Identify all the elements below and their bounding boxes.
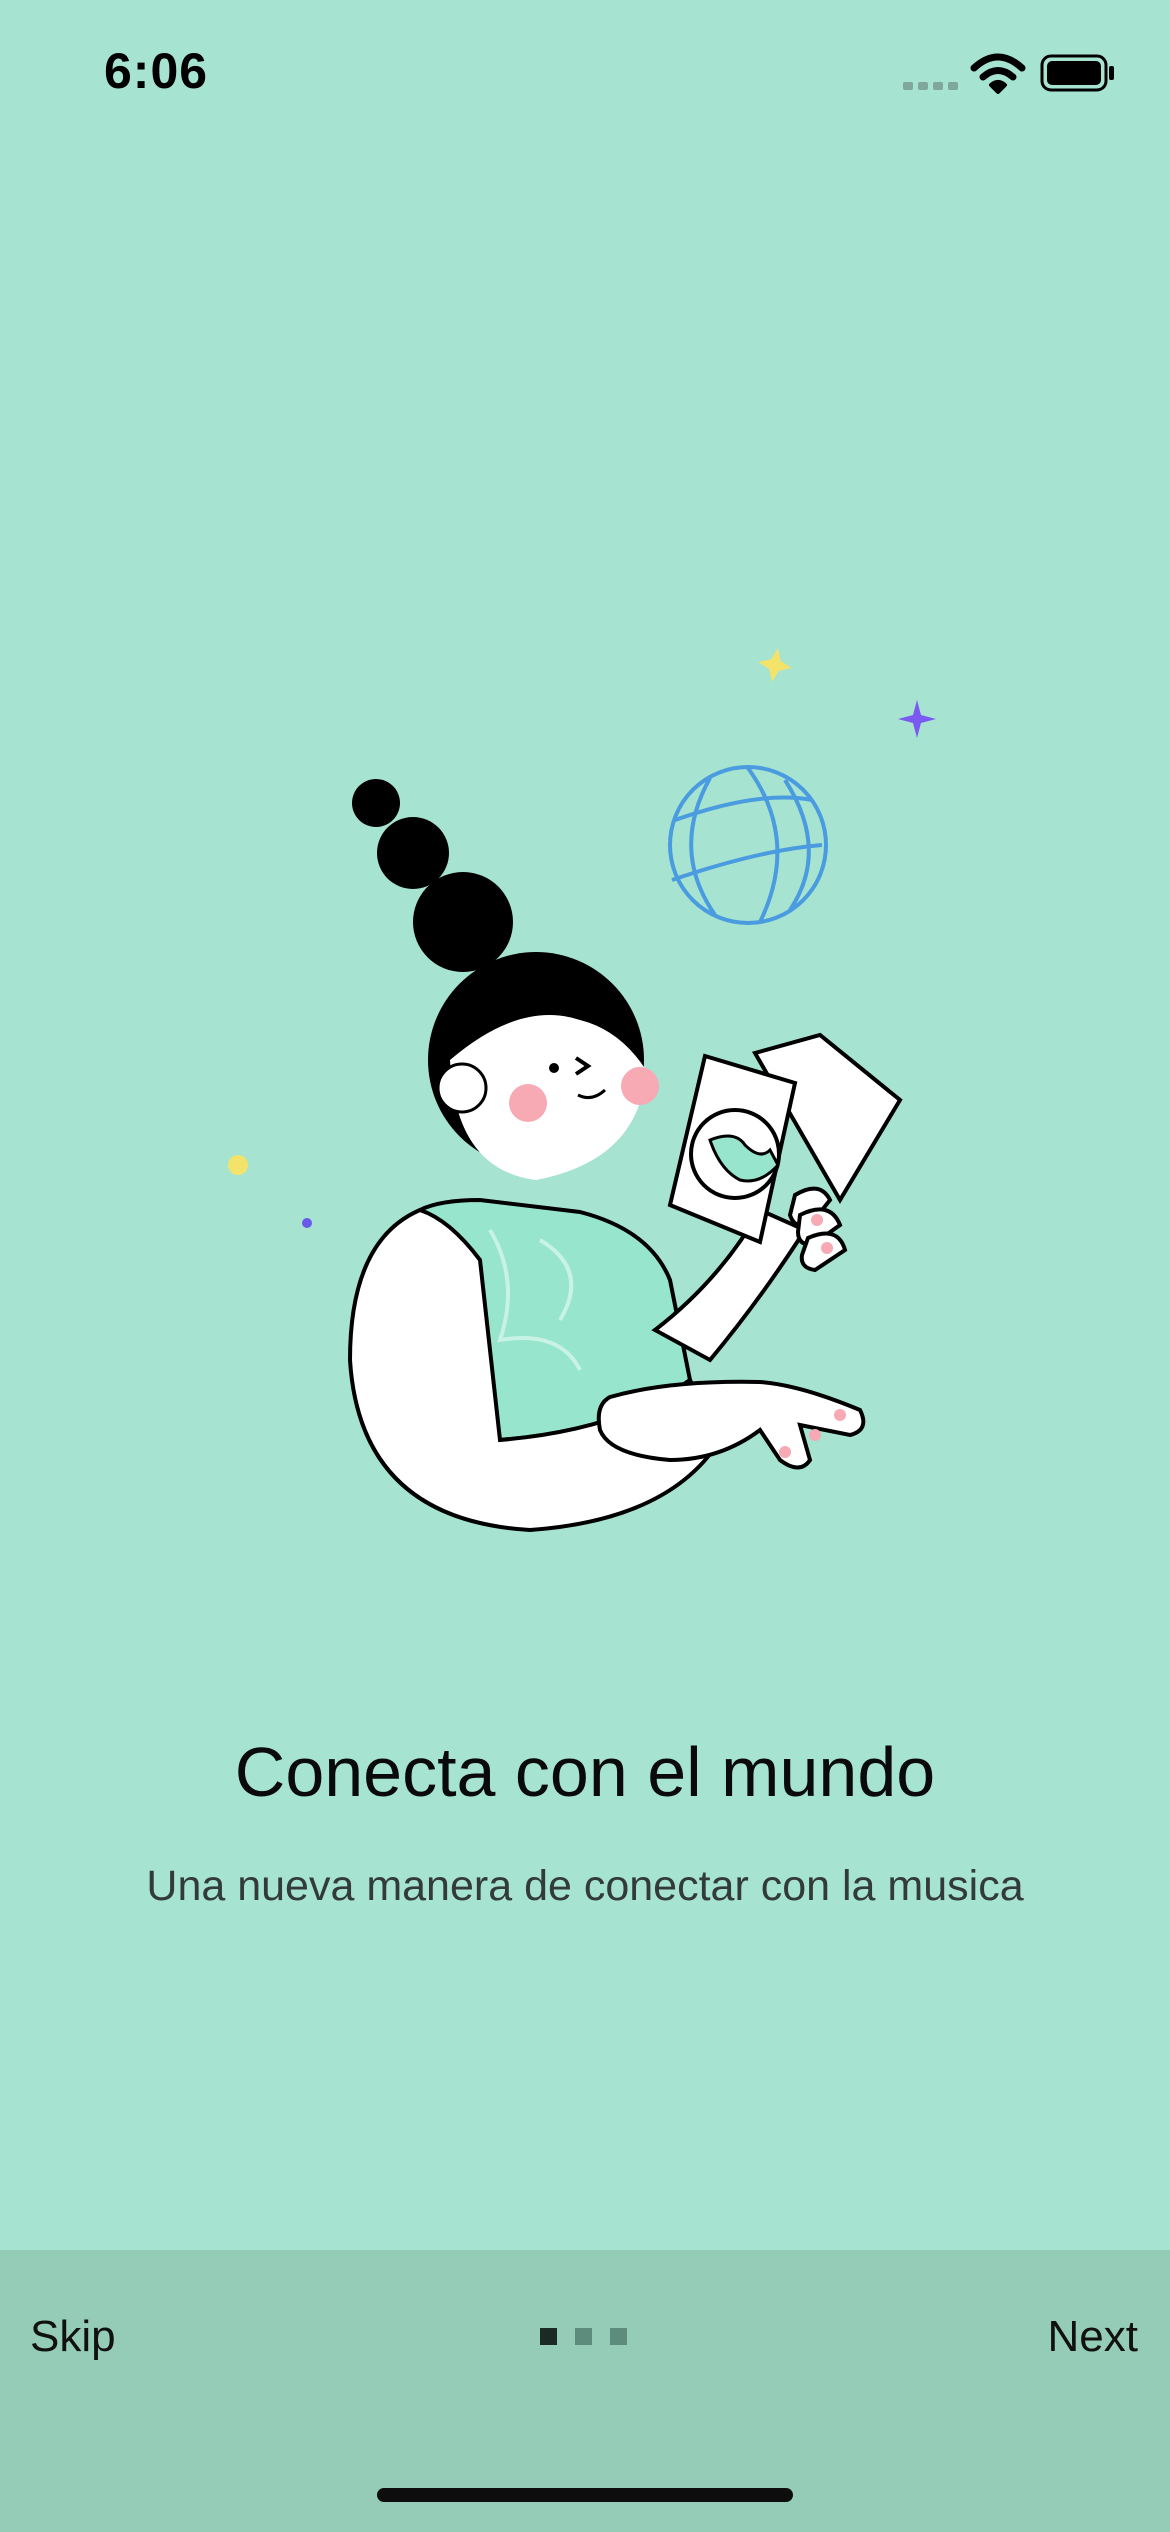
character-arm [651,1207,808,1363]
wifi-icon [970,53,1026,94]
status-bar: 6:06 [0,0,1170,140]
onboarding-illustration [228,648,936,1533]
holding-hand [787,1186,848,1273]
onboarding-title: Conecta con el mundo [234,1733,936,1811]
status-time: 6:06 [104,43,209,99]
page-dot-1[interactable] [540,2328,557,2345]
character-body [347,1197,723,1533]
page-indicator[interactable] [540,2328,630,2348]
yellow-dot-icon [228,1155,248,1175]
page-dot-2[interactable] [575,2328,592,2345]
page-dot-3[interactable] [610,2328,627,2345]
onboarding-screen: 6:06 Conecta con el mundo Una nueva mane… [0,0,1170,2532]
character-head [428,952,659,1180]
skip-button[interactable]: Skip [30,2312,116,2362]
onboarding-subtitle: Una nueva manera de conectar con la musi… [146,1862,1024,1910]
purple-sparkle-icon [898,700,936,738]
purple-dot-icon [302,1218,312,1228]
home-indicator[interactable] [377,2488,793,2502]
globe-icon [668,765,828,925]
battery-icon [1040,54,1114,92]
passport-icon [667,1032,903,1245]
cellular-signal-icon [903,82,958,90]
next-button[interactable]: Next [1048,2312,1138,2362]
yellow-sparkle-icon [758,648,792,682]
pointing-hand [596,1379,866,1470]
